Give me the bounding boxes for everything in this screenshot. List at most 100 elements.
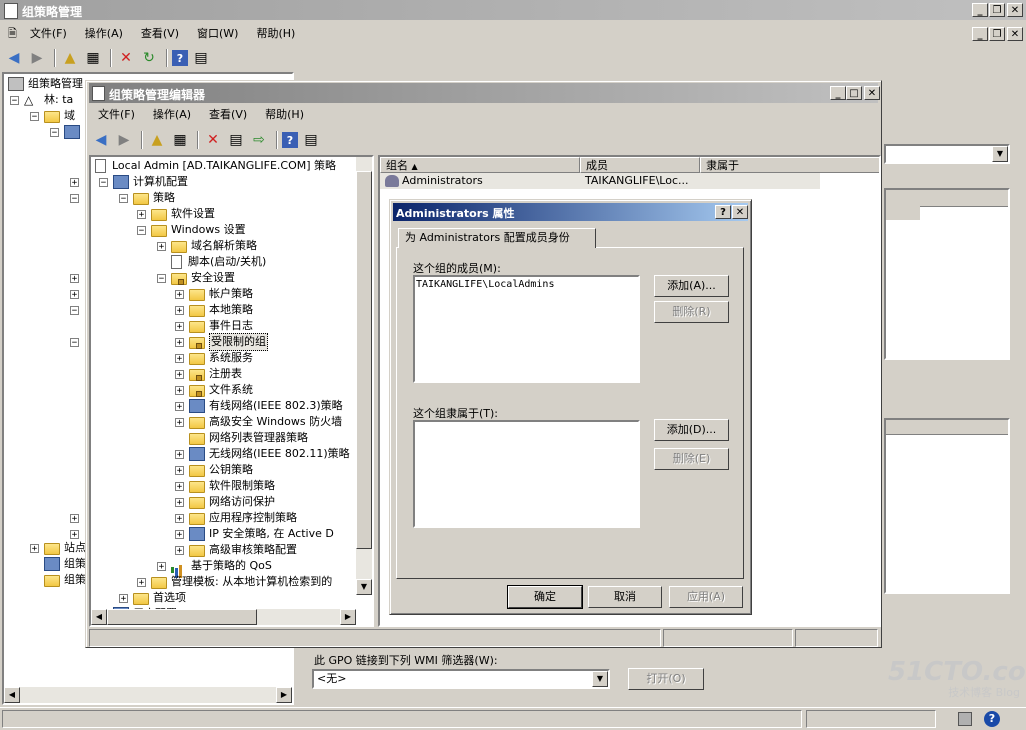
- expand-icon[interactable]: +: [30, 543, 39, 553]
- dialog-help-button[interactable]: ?: [715, 205, 731, 219]
- member-of-listbox[interactable]: [413, 420, 640, 528]
- tree-expander[interactable]: +: [70, 510, 84, 526]
- minimize-button[interactable]: _: [972, 3, 988, 17]
- add-member-button[interactable]: 添加(A)...: [654, 275, 729, 297]
- expand-icon[interactable]: +: [175, 545, 184, 555]
- collapse-icon[interactable]: −: [137, 225, 146, 235]
- delete-icon[interactable]: ✕: [116, 48, 136, 68]
- menu-view[interactable]: 查看(V): [132, 24, 188, 44]
- tree-item[interactable]: + 应用程序控制策略: [175, 510, 297, 526]
- refresh-icon[interactable]: ↻: [139, 48, 159, 68]
- editor-menu-file[interactable]: 文件(F): [89, 105, 144, 125]
- tree-domain-node[interactable]: −: [50, 124, 84, 140]
- editor-tree-vscroll[interactable]: ▼: [356, 157, 372, 595]
- tree-expander[interactable]: +: [70, 286, 84, 302]
- editor-menu-action[interactable]: 操作(A): [144, 105, 200, 125]
- expand-icon[interactable]: +: [175, 401, 184, 411]
- editor-menu-help[interactable]: 帮助(H): [256, 105, 313, 125]
- editor-title-bar[interactable]: 组策略管理编辑器 _ □ ✕: [89, 83, 880, 103]
- gpo-combo[interactable]: ▼: [884, 144, 1010, 164]
- tree-item[interactable]: + 注册表: [175, 366, 242, 382]
- tree-item[interactable]: + 管理模板: 从本地计算机检索到的: [137, 574, 332, 590]
- list-item[interactable]: TAIKANGLIFE\LocalAdmins: [416, 279, 637, 290]
- restore-button[interactable]: ❐: [989, 3, 1005, 17]
- menu-help[interactable]: 帮助(H): [247, 24, 304, 44]
- tree-item[interactable]: − 计算机配置: [99, 174, 188, 190]
- expand-icon[interactable]: +: [119, 593, 128, 603]
- mdi-restore-button[interactable]: ❐: [989, 27, 1005, 41]
- remove-member-button[interactable]: 删除(R): [654, 301, 729, 323]
- expand-icon[interactable]: +: [137, 577, 146, 587]
- table-row[interactable]: Administrators TAIKANGLIFE\Loc...: [380, 173, 820, 189]
- tree-item[interactable]: + 高级审核策略配置: [175, 542, 297, 558]
- show-tree-icon[interactable]: ▦: [83, 48, 103, 68]
- security-filter-list[interactable]: [884, 188, 1010, 360]
- tree-item[interactable]: + 事件日志: [175, 318, 253, 334]
- mdi-minimize-button[interactable]: _: [972, 27, 988, 41]
- expand-icon[interactable]: +: [175, 497, 184, 507]
- menu-action[interactable]: 操作(A): [76, 24, 132, 44]
- collapse-icon[interactable]: −: [99, 177, 108, 187]
- tree-item[interactable]: − Windows 设置: [137, 222, 246, 238]
- view-icon[interactable]: ▤: [301, 130, 321, 150]
- show-tree-icon[interactable]: ▦: [170, 130, 190, 150]
- apply-button[interactable]: 应用(A): [669, 586, 743, 608]
- dropdown-arrow-icon[interactable]: ▼: [992, 146, 1008, 162]
- column-member-of[interactable]: 隶属于: [700, 157, 879, 173]
- help-icon[interactable]: ?: [172, 50, 188, 66]
- scroll-left-icon[interactable]: ◀: [91, 609, 107, 625]
- tree-domains[interactable]: − 域: [30, 108, 75, 124]
- tree-item[interactable]: + 系统服务: [175, 350, 253, 366]
- tree-item[interactable]: + 帐户策略: [175, 286, 253, 302]
- tree-item[interactable]: − 安全设置: [157, 270, 235, 286]
- expand-icon[interactable]: +: [175, 305, 184, 315]
- tree-item[interactable]: + IP 安全策略, 在 Active D: [175, 526, 334, 542]
- tree-gpm-root[interactable]: 组策略管理: [8, 76, 83, 92]
- editor-maximize-button[interactable]: □: [846, 86, 862, 100]
- menu-window[interactable]: 窗口(W): [188, 24, 247, 44]
- expand-icon[interactable]: +: [157, 561, 166, 571]
- add-member-of-button[interactable]: 添加(D)...: [654, 419, 729, 441]
- expand-icon[interactable]: +: [175, 385, 184, 395]
- expand-icon[interactable]: +: [175, 465, 184, 475]
- help-icon[interactable]: ?: [282, 132, 298, 148]
- expand-icon[interactable]: +: [175, 337, 184, 347]
- column-group-name[interactable]: 组名 ▲: [380, 157, 580, 173]
- tree-item[interactable]: + 有线网络(IEEE 802.3)策略: [175, 398, 343, 414]
- tree-item[interactable]: 脚本(启动/关机): [157, 254, 266, 270]
- tree-item[interactable]: + 网络访问保护: [175, 494, 275, 510]
- main-title-bar[interactable]: 组策略管理 _ ❐ ✕: [0, 0, 1026, 20]
- scroll-right-icon[interactable]: ▶: [340, 609, 356, 625]
- expand-icon[interactable]: +: [157, 241, 166, 251]
- scroll-thumb[interactable]: [356, 171, 372, 549]
- help-tray-icon[interactable]: ?: [984, 711, 1000, 727]
- dropdown-arrow-icon[interactable]: ▼: [592, 671, 608, 687]
- column-members[interactable]: 成员: [580, 157, 700, 173]
- cancel-button[interactable]: 取消: [588, 586, 662, 608]
- up-folder-icon[interactable]: ▲: [147, 130, 167, 150]
- scroll-thumb[interactable]: [107, 609, 257, 625]
- tree-expander[interactable]: −: [70, 334, 84, 350]
- tree-expander[interactable]: −: [70, 190, 84, 206]
- properties-icon[interactable]: ▤: [226, 130, 246, 150]
- tree-item[interactable]: + 软件限制策略: [175, 478, 275, 494]
- mdi-close-button[interactable]: ✕: [1007, 27, 1023, 41]
- open-wmi-button[interactable]: 打开(O): [628, 668, 704, 690]
- tree-gp-modeling[interactable]: 组策: [44, 556, 86, 572]
- tree-item[interactable]: Local Admin [AD.TAIKANGLIFE.COM] 策略: [95, 158, 336, 174]
- tree-item[interactable]: + 公钥策略: [175, 462, 253, 478]
- scroll-down-icon[interactable]: ▼: [356, 579, 372, 595]
- close-button[interactable]: ✕: [1007, 3, 1023, 17]
- tree-item[interactable]: + 文件系统: [175, 382, 253, 398]
- members-listbox[interactable]: TAIKANGLIFE\LocalAdmins: [413, 275, 640, 383]
- collapse-icon[interactable]: −: [10, 95, 19, 105]
- collapse-icon[interactable]: −: [119, 193, 128, 203]
- expand-icon[interactable]: +: [175, 481, 184, 491]
- expand-icon[interactable]: +: [175, 417, 184, 427]
- back-icon[interactable]: ◀: [91, 130, 111, 150]
- ok-button[interactable]: 确定: [507, 585, 583, 609]
- forward-icon[interactable]: ▶: [114, 130, 134, 150]
- expand-icon[interactable]: +: [175, 289, 184, 299]
- tree-forest[interactable]: − △ 林: ta: [10, 92, 73, 108]
- tab-configure-membership[interactable]: 为 Administrators 配置成员身份: [398, 228, 596, 248]
